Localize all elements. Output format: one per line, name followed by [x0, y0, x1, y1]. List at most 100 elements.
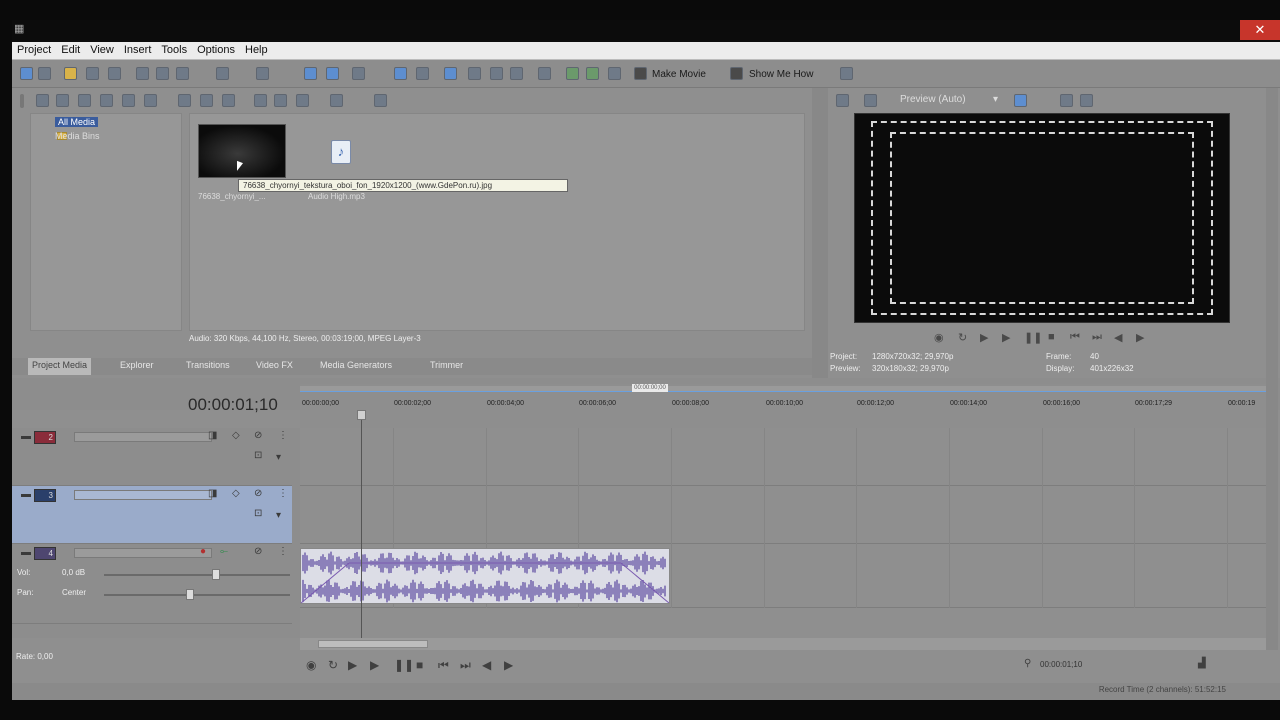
media-fx-icon[interactable] [144, 94, 157, 107]
track-fx-icon[interactable]: ⟜ [220, 546, 228, 557]
mute-icon[interactable]: ⊘ [254, 430, 262, 441]
compositing-mode-icon[interactable]: ⊡ [254, 508, 262, 519]
record-settings-icon[interactable]: ▟ [1198, 658, 1206, 669]
cut-icon[interactable] [136, 67, 149, 80]
track-name-field[interactable] [74, 432, 212, 442]
pane-splitter[interactable] [812, 88, 828, 378]
get-photo-icon[interactable] [100, 94, 113, 107]
previous-frame-icon[interactable]: ◀ [482, 658, 491, 672]
chevron-down-icon[interactable]: ▾ [993, 94, 998, 105]
next-frame-icon[interactable]: ▶ [504, 658, 513, 672]
video-output-icon[interactable] [836, 94, 849, 107]
normal-edit-tool-icon[interactable] [304, 67, 317, 80]
remove-media-icon[interactable] [122, 94, 135, 107]
pause-icon[interactable]: ❚❚ [394, 658, 414, 672]
pause-icon[interactable]: ❚❚ [1024, 331, 1042, 344]
video-track-lane[interactable] [300, 428, 1266, 486]
track-name-field[interactable] [74, 548, 212, 558]
tab-media-generators[interactable]: Media Generators [320, 360, 392, 370]
track-header-video-selected[interactable]: 3 ▬ ◨ ◇ ⊘ ⋮ ⊡ ▾ [12, 486, 292, 544]
mute-icon[interactable]: ⊘ [254, 546, 262, 557]
collapse-icon[interactable]: ▬ [21, 547, 31, 558]
new-icon[interactable] [38, 67, 51, 80]
track-header-audio[interactable]: 4 ▬ ● ⟜ ⊘ ⋮ Vol: 0,0 dB Pan: Center [12, 544, 292, 624]
get-media-icon[interactable] [78, 94, 91, 107]
whats-this-help-icon[interactable] [840, 67, 853, 80]
go-to-start-icon[interactable]: ⏮ [438, 658, 449, 673]
timeline-horizontal-scrollbar[interactable] [300, 638, 1266, 650]
menu-tools[interactable]: Tools [156, 42, 192, 56]
close-button[interactable]: ✕ [1240, 20, 1280, 40]
fade-envelope[interactable] [301, 562, 669, 603]
play-icon[interactable]: ▶ [1002, 331, 1010, 344]
next-frame-icon[interactable]: ▶ [1136, 331, 1144, 344]
make-movie-icon[interactable] [634, 67, 647, 80]
tab-trimmer[interactable]: Trimmer [430, 360, 463, 370]
tab-video-fx[interactable]: Video FX [256, 360, 293, 370]
tab-project-media[interactable]: Project Media [28, 358, 92, 375]
tree-item-media-bins[interactable]: Media Bins [55, 131, 100, 141]
auto-play-icon[interactable] [296, 94, 309, 107]
play-from-start-icon[interactable]: ▶ [348, 658, 357, 672]
copy-snapshot-icon[interactable] [1060, 94, 1073, 107]
track-fx-icon[interactable]: ◨ [208, 430, 217, 441]
record-icon[interactable]: ◉ [306, 658, 316, 672]
zoom-tool-icon[interactable] [510, 67, 523, 80]
snapping-icon[interactable] [394, 67, 407, 80]
loop-region-tag[interactable]: 00:00:00;00 [632, 384, 668, 392]
make-compositing-child-icon[interactable]: ▾ [276, 452, 281, 463]
more-icon[interactable]: ⋮ [278, 488, 288, 499]
ripple-edit-icon[interactable] [444, 67, 457, 80]
overlays-icon[interactable] [1014, 94, 1027, 107]
track-motion-icon[interactable]: ◇ [232, 430, 240, 441]
make-movie-button[interactable]: Make Movie [652, 69, 706, 80]
pan-slider-track[interactable] [104, 594, 290, 596]
grip-handle[interactable] [20, 94, 24, 108]
track-fx-icon[interactable]: ◨ [208, 488, 217, 499]
playhead-cursor[interactable] [361, 412, 362, 638]
show-me-how-button[interactable]: Show Me How [749, 69, 813, 80]
scrollbar-thumb[interactable] [318, 640, 428, 648]
selection-tool-icon[interactable] [352, 67, 365, 80]
stop-icon[interactable]: ■ [416, 658, 423, 672]
menu-insert[interactable]: Insert [119, 42, 157, 56]
stop-icon[interactable]: ■ [1048, 331, 1055, 343]
lock-envelopes-icon[interactable] [468, 67, 481, 80]
auto-preview-icon[interactable] [222, 94, 235, 107]
search-icon[interactable] [374, 94, 387, 107]
playhead-handle[interactable] [357, 410, 366, 420]
menu-edit[interactable]: Edit [56, 42, 85, 56]
menu-help[interactable]: Help [240, 42, 273, 56]
stop-icon[interactable] [274, 94, 287, 107]
redo-icon[interactable] [256, 67, 269, 80]
preview-quality-dropdown[interactable]: Preview (Auto) [900, 94, 966, 105]
go-to-start-icon[interactable]: ⏮ [1070, 331, 1080, 344]
open-icon[interactable] [64, 67, 77, 80]
region-icon[interactable] [586, 67, 599, 80]
capture-video-icon[interactable] [56, 94, 69, 107]
menu-options[interactable]: Options [192, 42, 240, 56]
tree-item-all-media[interactable]: All Media [55, 117, 99, 127]
play-icon[interactable] [254, 94, 267, 107]
track-name-field[interactable] [74, 490, 212, 500]
loop-playback-icon[interactable]: ↻ [328, 658, 338, 672]
new-project-icon[interactable] [20, 67, 33, 80]
marker-icon[interactable] [566, 67, 579, 80]
menu-view[interactable]: View [85, 42, 119, 56]
show-me-how-icon[interactable] [730, 67, 743, 80]
video-track-lane[interactable] [300, 486, 1266, 544]
volume-slider-knob[interactable] [212, 569, 220, 580]
collapse-icon[interactable]: ▬ [21, 431, 31, 442]
timeline-vertical-scrollbar[interactable] [1266, 378, 1278, 650]
collapse-icon[interactable]: ▬ [21, 489, 31, 500]
track-motion-icon[interactable]: ◇ [232, 488, 240, 499]
make-compositing-child-icon[interactable]: ▾ [276, 510, 281, 521]
menu-project[interactable]: Project [12, 42, 56, 56]
copy-icon[interactable] [156, 67, 169, 80]
more-icon[interactable]: ⋮ [278, 546, 288, 557]
loop-icon[interactable] [608, 67, 621, 80]
tab-transitions[interactable]: Transitions [186, 360, 230, 370]
paste-icon[interactable] [176, 67, 189, 80]
timeline-lanes[interactable] [300, 428, 1266, 638]
delete-icon[interactable] [178, 94, 191, 107]
